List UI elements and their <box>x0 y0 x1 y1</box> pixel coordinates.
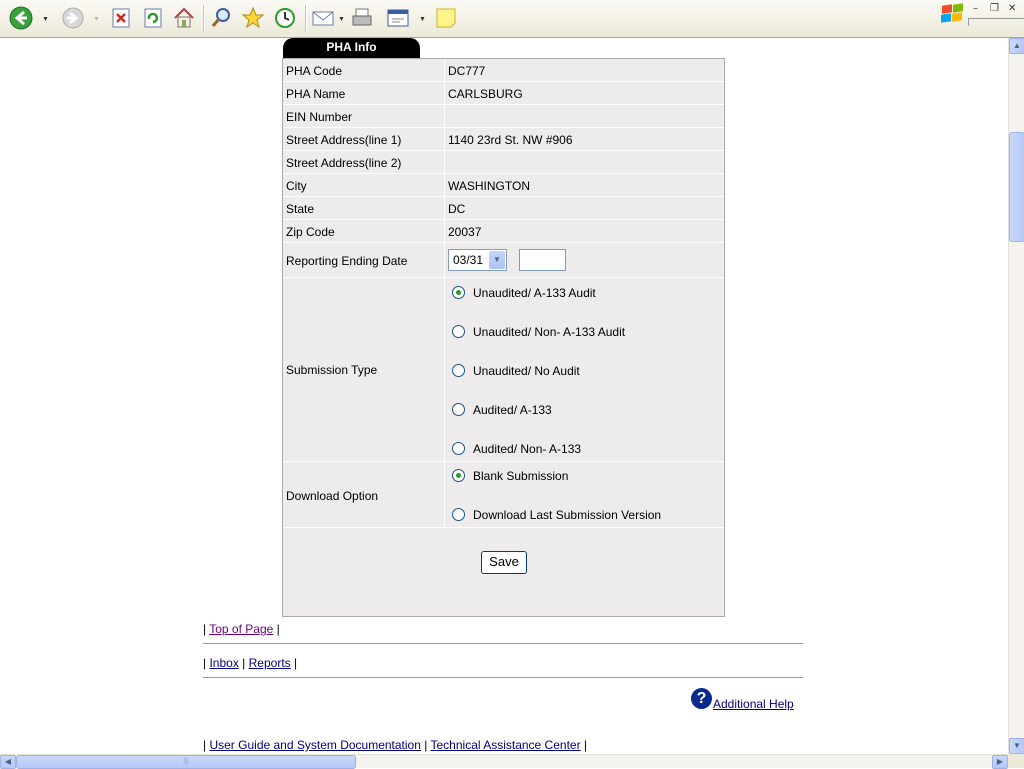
forward-dropdown-icon[interactable]: ▼ <box>93 16 100 23</box>
submission-type-option-label: Unaudited/ A-133 Audit <box>473 286 596 300</box>
field-label: Zip Code <box>286 225 335 239</box>
vertical-scrollbar[interactable]: ▲ ▼ <box>1008 38 1024 754</box>
main-nav-links: | Inbox | Reports | <box>203 656 298 670</box>
windows-logo-icon <box>940 3 964 23</box>
info-row: PHA Name CARLSBURG <box>283 82 724 105</box>
divider <box>203 643 803 644</box>
reporting-date-label: Reporting Ending Date <box>286 254 408 268</box>
scroll-corner <box>1008 754 1024 768</box>
field-value: WASHINGTON <box>448 179 531 193</box>
field-label: City <box>286 179 307 193</box>
address-field-edge <box>968 18 1024 26</box>
user-guide-link[interactable]: User Guide and System Documentation <box>209 738 420 752</box>
chevron-down-icon[interactable]: ▼ <box>489 251 505 269</box>
additional-help-link[interactable]: Additional Help <box>713 697 794 711</box>
submission-type-radio[interactable] <box>452 286 465 299</box>
mail-icon[interactable] <box>311 6 335 30</box>
download-option-radio[interactable] <box>452 469 465 482</box>
info-row: Street Address(line 1) 1140 23rd St. NW #… <box>283 128 724 151</box>
back-icon[interactable] <box>9 6 33 30</box>
field-label: Street Address(line 2) <box>286 156 402 170</box>
scroll-left-icon[interactable]: ◀ <box>0 755 16 769</box>
stop-icon[interactable] <box>109 6 133 30</box>
scroll-right-icon[interactable]: ▶ <box>992 755 1008 769</box>
submission-type-row: Submission Type Unaudited/ A-133 Audit Un… <box>283 278 724 462</box>
close-icon[interactable]: ✕ <box>1008 3 1016 14</box>
reports-link[interactable]: Reports <box>249 656 291 670</box>
pha-info-panel: PHA Code DC777 PHA Name CARLSBURG EIN Number… <box>282 58 725 617</box>
submission-type-radio[interactable] <box>452 403 465 416</box>
download-option-radio[interactable] <box>452 508 465 521</box>
reporting-date-row: Reporting Ending Date 03/31 ▼ <box>283 243 724 278</box>
browser-toolbar: ▼ ▼ ▼ ▼ <box>0 0 935 38</box>
field-label: Street Address(line 1) <box>286 133 402 147</box>
search-icon[interactable] <box>209 6 233 30</box>
submission-type-option-label: Unaudited/ No Audit <box>473 364 580 378</box>
submission-type-label: Submission Type <box>286 363 378 377</box>
scroll-down-icon[interactable]: ▼ <box>1009 738 1024 754</box>
vertical-scroll-thumb[interactable] <box>1009 132 1024 242</box>
download-option-option-label: Download Last Submission Version <box>473 508 662 522</box>
save-button[interactable]: Save <box>481 551 527 574</box>
pha-info-tab: PHA Info <box>283 38 420 58</box>
home-icon[interactable] <box>172 6 196 30</box>
info-row: Street Address(line 2) <box>283 151 724 174</box>
note-icon[interactable] <box>434 6 458 30</box>
reporting-year-input[interactable] <box>519 249 566 271</box>
info-row: City WASHINGTON <box>283 174 724 197</box>
submission-type-radio[interactable] <box>452 442 465 455</box>
info-row: PHA Code DC777 <box>283 59 724 82</box>
horizontal-scroll-thumb[interactable]: ||| <box>16 755 356 769</box>
field-label: PHA Name <box>286 87 346 101</box>
horizontal-scrollbar[interactable]: ◀ ||| ▶ <box>0 754 1008 769</box>
info-row: State DC <box>283 197 724 220</box>
submission-type-radio[interactable] <box>452 325 465 338</box>
field-label: EIN Number <box>286 110 353 124</box>
field-label: State <box>286 202 315 216</box>
restore-icon[interactable]: ❐ <box>990 3 999 14</box>
download-option-label: Download Option <box>286 489 379 503</box>
submission-type-option-label: Audited/ A-133 <box>473 403 552 417</box>
field-value: 20037 <box>448 225 482 239</box>
history-icon[interactable] <box>273 6 297 30</box>
edit-dropdown-icon[interactable]: ▼ <box>419 16 426 23</box>
field-value: CARLSBURG <box>448 87 523 101</box>
print-icon[interactable] <box>350 6 374 30</box>
minimize-icon[interactable]: – <box>973 3 978 14</box>
forward-icon[interactable] <box>61 6 85 30</box>
help-icon[interactable]: ? <box>691 688 712 709</box>
favorites-icon[interactable] <box>241 6 265 30</box>
download-option-option-label: Blank Submission <box>473 469 569 483</box>
reporting-date-selected: 03/31 <box>453 253 484 267</box>
divider <box>203 677 803 678</box>
top-nav-links: | Top of Page | <box>203 622 280 636</box>
back-dropdown-icon[interactable]: ▼ <box>42 16 49 23</box>
field-value: DC <box>448 202 466 216</box>
submission-type-option-label: Unaudited/ Non- A-133 Audit <box>473 325 626 339</box>
reporting-date-select[interactable]: 03/31 ▼ <box>448 249 507 271</box>
refresh-icon[interactable] <box>141 6 165 30</box>
inbox-link[interactable]: Inbox <box>209 656 238 670</box>
mail-dropdown-icon[interactable]: ▼ <box>338 16 345 23</box>
doc-links: | User Guide and System Documentation | … <box>203 738 588 752</box>
scroll-up-icon[interactable]: ▲ <box>1009 38 1024 54</box>
field-value: DC777 <box>448 64 486 78</box>
edit-icon[interactable] <box>386 6 410 30</box>
info-row: EIN Number <box>283 105 724 128</box>
info-row: Zip Code 20037 <box>283 220 724 243</box>
submission-type-radio[interactable] <box>452 364 465 377</box>
field-value: 1140 23rd St. NW #906 <box>448 133 573 147</box>
top-of-page-link[interactable]: Top of Page <box>209 622 273 636</box>
technical-assistance-link[interactable]: Technical Assistance Center <box>431 738 581 752</box>
field-label: PHA Code <box>286 64 343 78</box>
download-option-row: Download Option Blank Submission Download… <box>283 462 724 528</box>
submission-type-option-label: Audited/ Non- A-133 <box>473 442 582 456</box>
